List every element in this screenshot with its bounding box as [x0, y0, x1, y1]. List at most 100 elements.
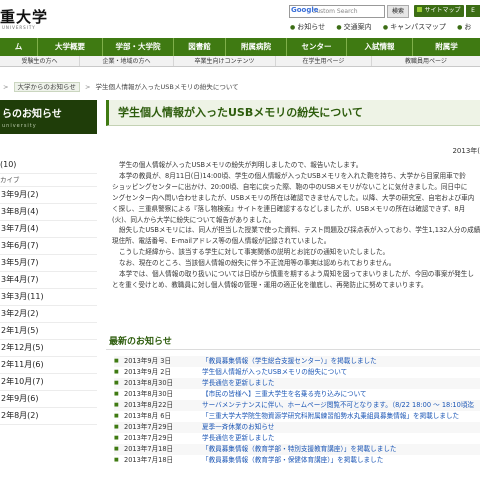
sidebar-item-month[interactable]: 3年4月(7)	[0, 272, 97, 289]
news-link[interactable]: 学生個人情報が入ったUSBメモリの紛失について	[202, 367, 347, 378]
article-paragraph: 本学の教員が、8月11日(日)14:00頃、学生の個人情報が入ったUSBメモリを…	[119, 171, 466, 180]
news-link[interactable]: 「教員募集情報（教育学部・特別支援教育講座）」を掲載しました	[202, 444, 397, 455]
article-paragraph: 本学では、個人情報の取り扱いについては日頃から慎重を期するよう周知を図ってまいり…	[119, 270, 474, 279]
post-date: 2013年(	[452, 147, 480, 155]
article-paragraph: なお、現在のところ、当該個人情報の紛失に伴う不正流用等の事実は認められておりませ…	[119, 259, 396, 268]
page-title: 学生個人情報が入ったUSBメモリの紛失について	[106, 100, 480, 126]
breadcrumb: > 大学からのお知らせ > 学生個人情報が入ったUSBメモリの紛失について	[0, 82, 239, 93]
breadcrumb-separator: >	[3, 83, 9, 91]
search-button[interactable]: 検索	[387, 5, 409, 18]
sidebar-item-month[interactable]: 3年2月(2)	[0, 306, 97, 323]
subnav-item-alumni[interactable]: 卒業生向けコンテンツ	[174, 56, 276, 66]
sitemap-label: サイトマップ	[424, 7, 461, 14]
sidebar-item-month[interactable]: 3年6月(7)	[0, 238, 97, 255]
sidebar-item-month[interactable]: 3年7月(4)	[0, 221, 97, 238]
news-date: 2013年8月 6日	[124, 412, 172, 420]
article-paragraph: ングセンター内へ問い合わせましたが、USBメモリの所在は確認できませんでした。以…	[112, 193, 475, 202]
subnav-item-students[interactable]: 在学生用ページ	[276, 56, 372, 66]
sitemap-button[interactable]: サイトマップ	[414, 5, 464, 17]
news-date: 2013年7月29日	[124, 434, 174, 442]
quick-link-more[interactable]: ● お	[457, 23, 471, 31]
article-paragraph: 紛失したUSBメモリには、同人が担当した授業で使った資料、テスト問題及び採点表が…	[119, 226, 480, 235]
university-logo[interactable]: 重大学	[0, 6, 48, 27]
divider	[106, 349, 480, 350]
gnav-item-hospital[interactable]: 附属病院	[226, 38, 287, 56]
breadcrumb-current: 学生個人情報が入ったUSBメモリの紛失について	[95, 83, 239, 91]
gnav-item-admissions[interactable]: 入試情報	[347, 38, 413, 56]
news-link[interactable]: 「三重大学大学院生物資源学研究科附属練習船勢水丸乗組員募集情報」を掲載しました	[202, 411, 459, 422]
list-item: ■ 2013年9月 3日 「教員募集情報（学生総合支援センター）」を掲載しました	[114, 356, 480, 367]
article-paragraph: 学生の個人情報が入ったUSBメモリの紛失が判明しましたので、報告いたします。	[119, 161, 363, 169]
news-date: 2013年7月18日	[124, 456, 174, 464]
gnav-item-attached-school[interactable]: 附属学	[413, 38, 480, 56]
sidebar-item-month[interactable]: 3年9月(2)	[0, 187, 97, 204]
sidebar-item-month[interactable]: 2年11月(6)	[0, 357, 97, 374]
bullet-icon: ■	[114, 446, 119, 452]
article-paragraph: (火)、同人から大学に紛失について報告がありました。	[112, 215, 276, 224]
sidebar: らのお知らせ university (10) カイブ 3年9月(2) 3年8月(…	[0, 100, 97, 480]
sidebar-item-month[interactable]: 2年8月(2)	[0, 408, 97, 425]
list-item: ■ 2013年7月18日 「教員募集情報（教育学部・特別支援教育講座）」を掲載しまし…	[114, 444, 480, 455]
news-date: 2013年9月 3日	[124, 357, 172, 365]
breadcrumb-separator: >	[84, 83, 91, 91]
list-item: ■ 2013年7月18日 「教員募集情報（教育学部・保健体育講座）」を掲載しました	[114, 455, 480, 466]
quick-link-campus-map[interactable]: ● キャンパスマップ	[383, 23, 446, 31]
news-link[interactable]: 学長通信を更新しました	[202, 378, 275, 389]
gnav-item-about[interactable]: 大学概要	[38, 38, 103, 56]
sidebar-item-month[interactable]: 2年9月(6)	[0, 391, 97, 408]
news-link[interactable]: 「教員募集情報（学生総合支援センター）」を掲載しました	[202, 356, 377, 367]
header: 重大学 UNIVERSITY Custom Search Google 検索 サ…	[0, 0, 480, 38]
subnav-item-applicants[interactable]: 受験生の方へ	[0, 56, 80, 66]
gnav-item-library[interactable]: 図書館	[174, 38, 226, 56]
news-date: 2013年7月18日	[124, 445, 174, 453]
news-link[interactable]: 学長通信を更新しました	[202, 433, 275, 444]
english-button[interactable]: E	[466, 5, 480, 17]
subnav-item-staff[interactable]: 教職員用ページ	[372, 56, 480, 66]
global-nav: ム 大学概要 学部・大学院 図書館 附属病院 センター 入試情報 附属学	[0, 38, 480, 56]
bullet-icon: ■	[114, 369, 119, 375]
list-item: ■ 2013年9月 2日 学生個人情報が入ったUSBメモリの紛失について	[114, 367, 480, 378]
audience-nav: 受験生の方へ 企業・地域の方へ 卒業生向けコンテンツ 在学生用ページ 教職員用ペ…	[0, 56, 480, 67]
news-date: 2013年7月29日	[124, 423, 174, 431]
bullet-icon: ■	[114, 457, 119, 463]
news-link[interactable]: サーバメンテナンスに伴い、ホームページ閲覧不可となります。（8/22 18:00…	[202, 400, 474, 411]
article-paragraph: こうした経緯から、該当する学生に対して事実関係の説明とお詫びの通知をいたしました…	[119, 248, 390, 257]
quick-link-access[interactable]: ● 交通案内	[336, 23, 371, 31]
sidebar-header: らのお知らせ university	[0, 100, 97, 134]
sidebar-item-month[interactable]: 3年8月(4)	[0, 204, 97, 221]
news-date: 2013年8月30日	[124, 379, 174, 387]
sidebar-title: らのお知らせ	[2, 109, 62, 120]
sidebar-item-month[interactable]: 2年10月(7)	[0, 374, 97, 391]
news-link[interactable]: 夏季一斉休業のお知らせ	[202, 422, 274, 433]
quick-links: ● お知らせ ● 交通案内 ● キャンパスマップ ● お	[290, 21, 480, 33]
arrow-icon: ●	[290, 24, 296, 31]
sidebar-item-month[interactable]: 2年12月(5)	[0, 340, 97, 357]
bullet-icon: ■	[114, 435, 119, 441]
page: 重大学 UNIVERSITY Custom Search Google 検索 サ…	[0, 0, 480, 480]
news-link[interactable]: 【市民の皆様へ】三重大学生を名乗る売り込みについて	[202, 389, 367, 400]
list-item: ■ 2013年8月 6日 「三重大学大学院生物資源学研究科附属練習船勢水丸乗組員募集…	[114, 411, 480, 422]
breadcrumb-news[interactable]: 大学からのお知らせ	[13, 82, 80, 92]
article-paragraph: く探し、三重県警察による『落し物検索』サイトを連日確認するなどしましたが、USB…	[112, 204, 466, 213]
sidebar-item-month[interactable]: 3年3月(11)	[0, 289, 97, 306]
sidebar-item-month[interactable]: 3年5月(7)	[0, 255, 97, 272]
sidebar-all-count[interactable]: (10)	[0, 156, 97, 174]
gnav-item-faculties[interactable]: 学部・大学院	[103, 38, 174, 56]
main-content: 学生個人情報が入ったUSBメモリの紛失について 2013年( 学生の個人情報が入…	[106, 100, 480, 480]
bullet-icon: ■	[114, 391, 119, 397]
arrow-icon: ●	[457, 24, 463, 31]
gnav-item-center[interactable]: センター	[287, 38, 347, 56]
bullet-icon: ■	[114, 413, 119, 419]
list-item: ■ 2013年8月30日 【市民の皆様へ】三重大学生を名乗る売り込みについて	[114, 389, 480, 400]
quick-link-news[interactable]: ● お知らせ	[290, 23, 325, 31]
sidebar-item-month[interactable]: 2年1月(5)	[0, 323, 97, 340]
bullet-icon: ■	[114, 380, 119, 386]
gnav-item-home[interactable]: ム	[0, 38, 38, 56]
bullet-icon: ■	[114, 424, 119, 430]
article-paragraph: とを重く受けとめ、教職員に対し個人情報の管理・運用の適正化を徹底し、再発防止に努…	[112, 280, 428, 289]
google-search-icon: Google	[291, 6, 319, 14]
news-link[interactable]: 「教員募集情報（教育学部・保健体育講座）」を掲載しました	[202, 455, 383, 466]
subnav-item-companies[interactable]: 企業・地域の方へ	[80, 56, 174, 66]
list-item: ■ 2013年7月29日 学長通信を更新しました	[114, 433, 480, 444]
list-item: ■ 2013年8月30日 学長通信を更新しました	[114, 378, 480, 389]
